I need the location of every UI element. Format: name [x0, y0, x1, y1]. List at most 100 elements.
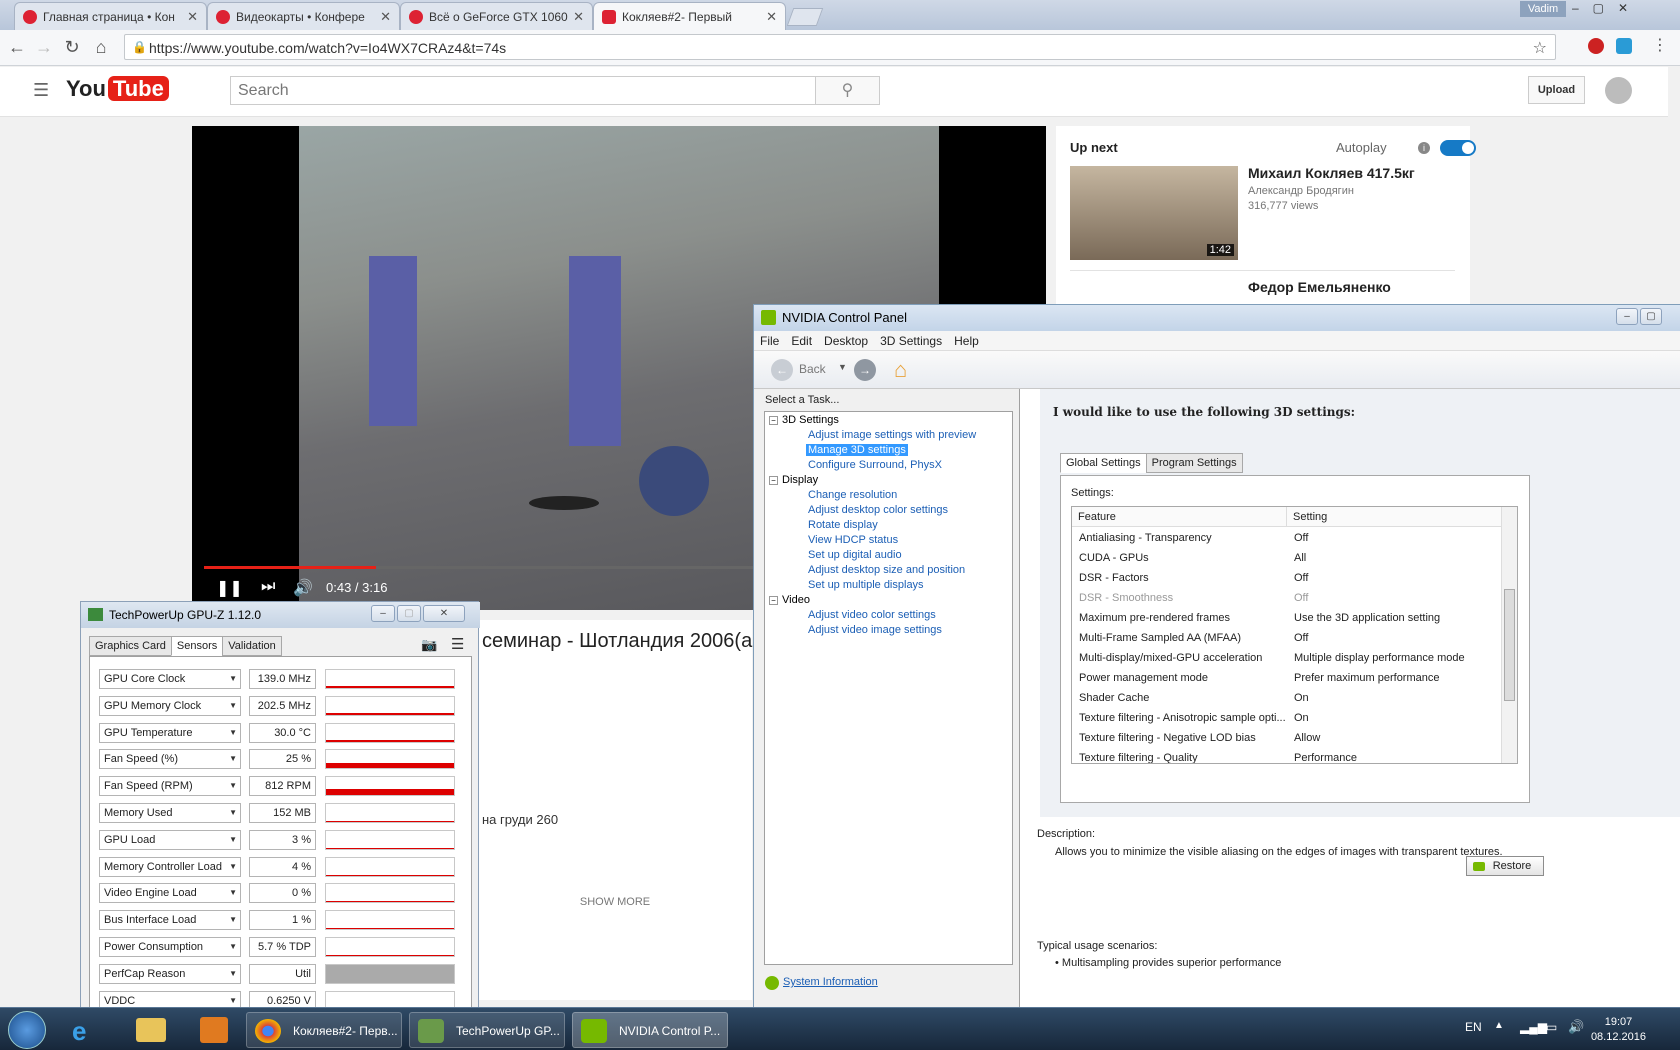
- channel-name[interactable]: Александр Бродягин: [1248, 185, 1354, 197]
- menu-file[interactable]: File: [754, 331, 785, 351]
- forward-arrow-icon[interactable]: →: [33, 36, 55, 58]
- sensor-name-dropdown[interactable]: Fan Speed (RPM): [99, 776, 241, 797]
- feature-setting[interactable]: Off: [1294, 528, 1308, 548]
- table-row[interactable]: CUDA - GPUs All: [1072, 548, 1502, 568]
- scrollbar-thumb[interactable]: [1504, 589, 1515, 701]
- tree-item-video-image[interactable]: Adjust video image settings: [806, 624, 944, 636]
- video-link-title[interactable]: Федор Емельяненко: [1248, 279, 1391, 295]
- tree-item-hdcp[interactable]: View HDCP status: [806, 534, 900, 546]
- explorer-folder-icon[interactable]: [136, 1018, 166, 1042]
- tree-item-video-color[interactable]: Adjust video color settings: [806, 609, 938, 621]
- taskbar-button-chrome[interactable]: Кокляев#2- Перв...: [246, 1012, 402, 1048]
- tree-item-rotate[interactable]: Rotate display: [806, 519, 880, 531]
- sensor-name-dropdown[interactable]: GPU Core Clock: [99, 669, 241, 689]
- feature-setting[interactable]: Prefer maximum performance: [1294, 668, 1440, 688]
- language-indicator[interactable]: EN: [1465, 1020, 1482, 1034]
- info-icon[interactable]: i: [1418, 142, 1430, 154]
- sensor-name-dropdown[interactable]: Memory Controller Load: [99, 856, 241, 877]
- tab-sensors[interactable]: Sensors: [170, 636, 224, 656]
- chevron-down-icon[interactable]: ▼: [838, 362, 847, 372]
- taskbar-button-nvidia[interactable]: NVIDIA Control P...: [572, 1012, 728, 1048]
- tab-program-settings[interactable]: Program Settings: [1145, 453, 1243, 473]
- table-row[interactable]: Texture filtering - Negative LOD bias All…: [1072, 728, 1502, 748]
- autoplay-toggle[interactable]: [1440, 140, 1476, 156]
- back-arrow-icon[interactable]: ←: [771, 359, 793, 381]
- feature-setting[interactable]: Off: [1294, 628, 1308, 648]
- sensor-name-dropdown[interactable]: GPU Load: [99, 829, 241, 850]
- minimize-icon[interactable]: –: [371, 605, 395, 622]
- feature-setting[interactable]: Multiple display performance mode: [1294, 648, 1465, 668]
- tree-item-audio[interactable]: Set up digital audio: [806, 549, 904, 561]
- window-controls[interactable]: –▢✕: [1572, 1, 1642, 15]
- chrome-menu-icon[interactable]: ⋮: [1652, 35, 1668, 55]
- next-icon[interactable]: ⏭: [261, 578, 275, 596]
- tree-category-display[interactable]: − Display: [769, 474, 818, 486]
- adblock-extension-icon[interactable]: [1588, 38, 1604, 54]
- taskbar-button-gpuz[interactable]: TechPowerUp GP...: [409, 1012, 565, 1048]
- outlook-icon[interactable]: [200, 1017, 228, 1043]
- table-row[interactable]: Maximum pre-rendered frames Use the 3D ap…: [1072, 608, 1502, 628]
- close-tab-icon[interactable]: ✕: [573, 9, 584, 25]
- table-row[interactable]: Texture filtering - Quality Performance: [1072, 748, 1502, 763]
- minimize-icon[interactable]: –: [1616, 308, 1638, 325]
- close-icon[interactable]: ✕: [423, 605, 465, 622]
- forward-arrow-icon[interactable]: →: [854, 359, 876, 381]
- avatar[interactable]: [1605, 77, 1632, 104]
- video-link-title[interactable]: Михаил Кокляев 417.5кг: [1248, 165, 1415, 181]
- sensor-name-dropdown[interactable]: Video Engine Load: [99, 883, 241, 904]
- tab-global-settings[interactable]: Global Settings: [1060, 453, 1147, 473]
- sensor-name-dropdown[interactable]: GPU Temperature: [99, 722, 241, 743]
- feature-setting[interactable]: Performance: [1294, 748, 1357, 763]
- bookmark-star-icon[interactable]: ☆: [1533, 38, 1547, 58]
- sensor-name-dropdown[interactable]: Memory Used: [99, 803, 241, 823]
- menu-icon[interactable]: ☰: [451, 635, 464, 653]
- table-row[interactable]: Shader Cache On: [1072, 688, 1502, 708]
- video-thumbnail[interactable]: 1:42: [1070, 166, 1238, 260]
- system-information-link[interactable]: System Information: [765, 976, 878, 990]
- tree-item-manage-3d[interactable]: Manage 3D settings: [806, 444, 908, 456]
- back-label[interactable]: Back: [799, 362, 826, 376]
- table-row[interactable]: Multi-Frame Sampled AA (MFAA) Off: [1072, 628, 1502, 648]
- camera-icon[interactable]: 📷: [421, 637, 437, 653]
- profile-name[interactable]: Vadim: [1520, 1, 1566, 17]
- browser-tab[interactable]: Видеокарты • Конфере ✕: [207, 2, 400, 30]
- browser-tab[interactable]: Главная страница • Кон ✕: [14, 2, 207, 30]
- home-icon[interactable]: ⌂: [90, 36, 112, 58]
- tree-item-multiple-displays[interactable]: Set up multiple displays: [806, 579, 926, 591]
- table-row[interactable]: Texture filtering - Anisotropic sample o…: [1072, 708, 1502, 728]
- features-table[interactable]: Feature Setting Antialiasing - Transpare…: [1071, 506, 1518, 764]
- youtube-logo[interactable]: You Tube: [66, 76, 169, 102]
- tree-item-resolution[interactable]: Change resolution: [806, 489, 899, 501]
- table-row[interactable]: Antialiasing - Transparency Off: [1072, 528, 1502, 548]
- tree-category-video[interactable]: − Video: [769, 594, 810, 606]
- menu-3d-settings[interactable]: 3D Settings: [874, 331, 948, 351]
- volume-icon[interactable]: 🔊: [293, 578, 313, 598]
- tab-graphics-card[interactable]: Graphics Card: [89, 636, 172, 656]
- address-input[interactable]: 🔒 https://www.youtube.com/watch?v=Io4WX7C…: [124, 34, 1556, 60]
- feature-setting[interactable]: On: [1294, 688, 1309, 708]
- back-arrow-icon[interactable]: ←: [6, 36, 28, 58]
- feature-setting[interactable]: Off: [1294, 568, 1308, 588]
- feature-setting[interactable]: Allow: [1294, 728, 1320, 748]
- menu-edit[interactable]: Edit: [785, 331, 818, 351]
- col-setting[interactable]: Setting: [1286, 507, 1327, 527]
- battery-icon[interactable]: ▭: [1546, 1020, 1557, 1034]
- tree-category-3d[interactable]: −3D Settings: [769, 414, 839, 426]
- tree-item-desktop-size[interactable]: Adjust desktop size and position: [806, 564, 967, 576]
- volume-icon[interactable]: 🔊: [1568, 1019, 1584, 1035]
- close-tab-icon[interactable]: ✕: [766, 9, 777, 25]
- new-tab-button[interactable]: [786, 8, 824, 26]
- close-tab-icon[interactable]: ✕: [380, 9, 391, 25]
- col-feature[interactable]: Feature: [1078, 511, 1116, 523]
- feature-setting[interactable]: All: [1294, 548, 1306, 568]
- extension-icon[interactable]: [1616, 38, 1632, 54]
- feature-setting[interactable]: On: [1294, 708, 1309, 728]
- start-button[interactable]: [8, 1011, 46, 1049]
- feature-setting[interactable]: Off: [1294, 588, 1308, 608]
- browser-tab-active[interactable]: Кокляев#2- Первый ✕: [593, 2, 786, 30]
- hamburger-menu-icon[interactable]: ☰: [33, 80, 49, 101]
- internet-explorer-icon[interactable]: e: [72, 1016, 86, 1047]
- upload-button[interactable]: Upload: [1528, 76, 1585, 104]
- menu-desktop[interactable]: Desktop: [818, 331, 874, 351]
- close-tab-icon[interactable]: ✕: [187, 9, 198, 25]
